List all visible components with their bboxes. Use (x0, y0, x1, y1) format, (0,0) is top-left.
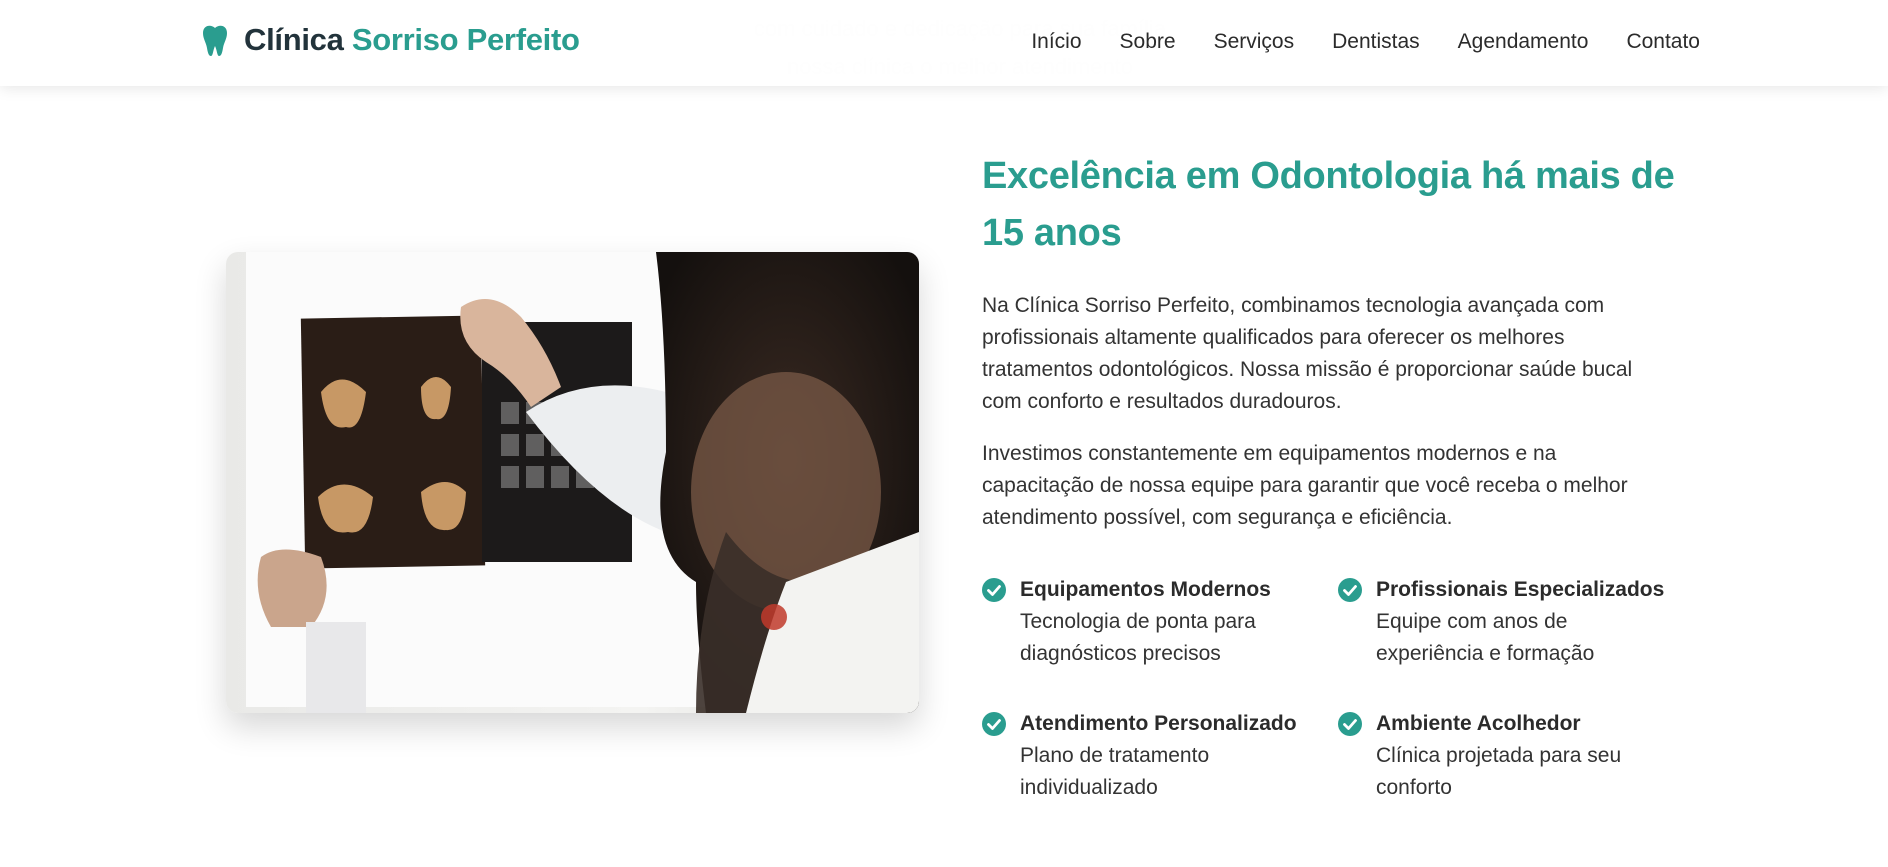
features-grid: Equipamentos Modernos Tecnologia de pont… (982, 574, 1682, 804)
brand-name-part1: Clínica (244, 22, 344, 57)
feature-item: Atendimento Personalizado Plano de trata… (982, 708, 1338, 804)
feature-description: Clínica projetada para seu conforto (1376, 744, 1622, 799)
feature-item: Ambiente Acolhedor Clínica projetada par… (1338, 708, 1668, 804)
about-paragraph-2: Investimos constantemente em equipamento… (982, 442, 1628, 529)
feature-title: Ambiente Acolhedor (1376, 712, 1581, 735)
check-circle-icon (1338, 712, 1362, 736)
nav-link-agendamento[interactable]: Agendamento (1458, 30, 1589, 54)
check-circle-icon (1338, 578, 1362, 602)
check-circle-icon (982, 712, 1006, 736)
feature-title: Profissionais Especializados (1376, 578, 1665, 601)
feature-title: Atendimento Personalizado (1020, 712, 1297, 735)
brand-name-part2: Sorriso Perfeito (351, 22, 580, 57)
nav-link-contato[interactable]: Contato (1626, 30, 1700, 54)
feature-item: Equipamentos Modernos Tecnologia de pont… (982, 574, 1338, 670)
nav-link-sobre[interactable]: Sobre (1120, 30, 1176, 54)
site-header: Clínica Sorriso Perfeito Início Sobre Se… (0, 0, 1888, 86)
about-title: Excelência em Odontologia há mais de 15 … (982, 155, 1675, 254)
nav-link-inicio[interactable]: Início (1031, 30, 1081, 54)
check-circle-icon (982, 578, 1006, 602)
tooth-icon (203, 25, 227, 56)
main-nav: Início Sobre Serviços Dentistas Agendame… (1031, 30, 1700, 54)
feature-description: Tecnologia de ponta para diagnósticos pr… (1020, 610, 1256, 665)
about-paragraph-1: Na Clínica Sorriso Perfeito, combinamos … (982, 294, 1633, 413)
brand-logo[interactable]: Clínica Sorriso Perfeito (202, 22, 580, 58)
dentist-xray-photo (226, 252, 919, 713)
feature-item: Profissionais Especializados Equipe com … (1338, 574, 1668, 670)
feature-title: Equipamentos Modernos (1020, 578, 1271, 601)
nav-link-dentistas[interactable]: Dentistas (1332, 30, 1420, 54)
about-section: Excelência em Odontologia há mais de 15 … (982, 148, 1682, 804)
nav-link-servicos[interactable]: Serviços (1214, 30, 1295, 54)
brand-name: Clínica Sorriso Perfeito (244, 22, 580, 58)
feature-description: Equipe com anos de experiência e formaçã… (1376, 610, 1595, 665)
feature-description: Plano de tratamento individualizado (1020, 744, 1210, 799)
